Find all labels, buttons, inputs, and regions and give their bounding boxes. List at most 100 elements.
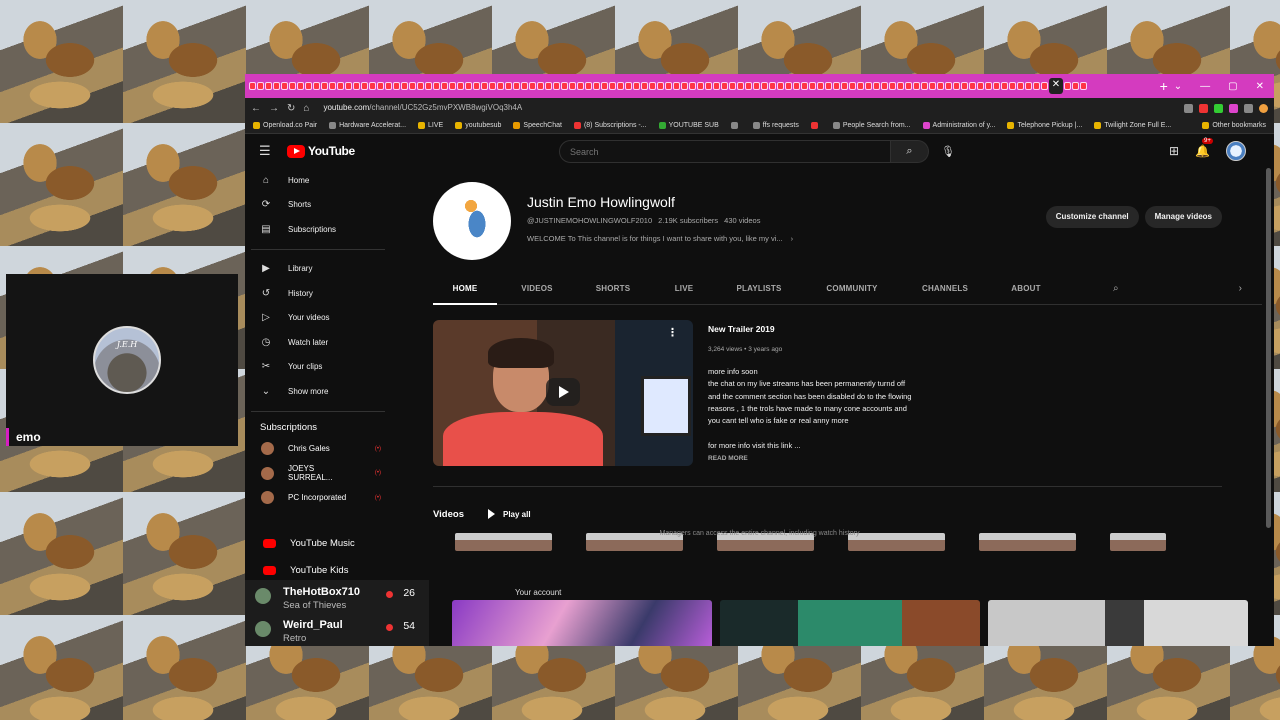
sidebar-item-subscriptions[interactable]: ▤ Subscriptions xyxy=(245,217,395,242)
chevron-right-icon[interactable]: › xyxy=(1239,283,1242,294)
microphone-icon[interactable]: 🎙 xyxy=(941,145,955,158)
browser-tab[interactable] xyxy=(801,82,808,90)
forward-icon[interactable]: → xyxy=(269,103,279,114)
browser-tab[interactable] xyxy=(569,82,576,90)
home-page-icon[interactable]: ⌂ xyxy=(303,103,309,114)
browser-tab[interactable] xyxy=(729,82,736,90)
browser-tab[interactable] xyxy=(553,82,560,90)
channel-description[interactable]: WELCOME To This channel is for things I … xyxy=(527,234,793,243)
featured-title[interactable]: New Trailer 2019 xyxy=(708,324,968,334)
browser-tab[interactable] xyxy=(601,82,608,90)
browser-tab[interactable] xyxy=(497,82,504,90)
browser-tab[interactable] xyxy=(1017,82,1024,90)
browser-tab[interactable] xyxy=(689,82,696,90)
browser-tab[interactable] xyxy=(809,82,816,90)
browser-tab[interactable] xyxy=(505,82,512,90)
page-scrollbar[interactable] xyxy=(1266,168,1271,528)
browser-tab[interactable] xyxy=(705,82,712,90)
new-tab-button[interactable]: + xyxy=(1160,78,1168,94)
more-options-icon[interactable]: ⋮ xyxy=(667,326,678,339)
browser-tab[interactable] xyxy=(593,82,600,90)
browser-tab[interactable] xyxy=(329,82,336,90)
search-icon[interactable]: ⌕ xyxy=(891,140,929,163)
browser-tab[interactable] xyxy=(913,82,920,90)
sidebar-item-history[interactable]: ↺ History xyxy=(245,281,395,306)
sidebar-item-home[interactable]: ⌂ Home xyxy=(245,168,395,193)
browser-tab[interactable] xyxy=(785,82,792,90)
browser-tab[interactable] xyxy=(713,82,720,90)
browser-tab[interactable] xyxy=(409,82,416,90)
browser-tab[interactable] xyxy=(481,82,488,90)
subscription-item[interactable]: JOEYS SURREAL... (•) xyxy=(245,461,395,486)
browser-tab[interactable] xyxy=(281,82,288,90)
videos-shelf-title[interactable]: Videos xyxy=(433,509,464,520)
tab-live[interactable]: LIVE xyxy=(653,272,715,305)
browser-tab[interactable] xyxy=(673,82,680,90)
browser-tab[interactable] xyxy=(577,82,584,90)
browser-tab[interactable] xyxy=(521,82,528,90)
browser-tab[interactable] xyxy=(969,82,976,90)
featured-thumbnail[interactable]: ⋮ xyxy=(433,320,693,466)
browser-tab[interactable] xyxy=(449,82,456,90)
browser-tab[interactable] xyxy=(841,82,848,90)
browser-tab[interactable] xyxy=(905,82,912,90)
browser-tab[interactable] xyxy=(369,82,376,90)
bell-icon[interactable]: 🔔 9+ xyxy=(1195,138,1213,158)
browser-tab[interactable] xyxy=(441,82,448,90)
browser-tab[interactable] xyxy=(289,82,296,90)
browser-tab[interactable] xyxy=(681,82,688,90)
extension-icon[interactable] xyxy=(1244,103,1253,113)
browser-tab[interactable] xyxy=(961,82,968,90)
browser-tab[interactable] xyxy=(273,82,280,90)
back-icon[interactable]: ← xyxy=(251,103,261,114)
browser-tab[interactable] xyxy=(385,82,392,90)
browser-tab[interactable] xyxy=(825,82,832,90)
browser-tab[interactable] xyxy=(649,82,656,90)
bookmark-item[interactable]: Openload.co Pair xyxy=(253,122,317,129)
browser-tab[interactable] xyxy=(473,82,480,90)
bookmark-item[interactable]: Telephone Pickup |... xyxy=(1007,122,1082,129)
browser-tab[interactable] xyxy=(257,82,264,90)
youtube-logo[interactable]: YouTube xyxy=(287,144,355,158)
browser-tab[interactable] xyxy=(833,82,840,90)
menu-icon[interactable]: ☰ xyxy=(259,143,287,159)
search-input[interactable] xyxy=(559,140,891,163)
profile-icon[interactable] xyxy=(1259,103,1268,113)
browser-tab[interactable] xyxy=(393,82,400,90)
browser-tab[interactable] xyxy=(977,82,984,90)
tab-search-button[interactable]: ⌄ xyxy=(1174,81,1182,92)
browser-tab[interactable] xyxy=(737,82,744,90)
sidebar-item-watch-later[interactable]: ◷ Watch later xyxy=(245,330,395,355)
browser-tab[interactable] xyxy=(489,82,496,90)
bookmark-item[interactable]: SpeechChat xyxy=(513,122,562,129)
browser-tab[interactable] xyxy=(921,82,928,90)
bookmark-item[interactable]: Hardware Accelerat... xyxy=(329,122,406,129)
browser-tab[interactable] xyxy=(761,82,768,90)
url-field[interactable]: youtube.com/channel/UC52Gz5mvPXWB8wgiVOq… xyxy=(317,100,1176,116)
browser-tab[interactable] xyxy=(857,82,864,90)
browser-tab[interactable] xyxy=(353,82,360,90)
tab-about[interactable]: ABOUT xyxy=(989,272,1063,305)
browser-tab[interactable] xyxy=(937,82,944,90)
manage-videos-button[interactable]: Manage videos xyxy=(1144,206,1222,228)
browser-tab[interactable] xyxy=(953,82,960,90)
browser-tab[interactable] xyxy=(265,82,272,90)
browser-tab[interactable]: ✕ xyxy=(1049,78,1063,94)
browser-tab[interactable] xyxy=(401,82,408,90)
browser-tab[interactable] xyxy=(665,82,672,90)
browser-tab[interactable] xyxy=(745,82,752,90)
browser-tab[interactable] xyxy=(457,82,464,90)
reload-icon[interactable]: ↻ xyxy=(287,103,295,114)
channel-avatar[interactable] xyxy=(433,182,511,260)
create-video-icon[interactable]: ⊞ xyxy=(1169,144,1179,158)
sidebar-item-youtube-music[interactable]: YouTube Music xyxy=(255,530,429,557)
browser-tab[interactable] xyxy=(465,82,472,90)
extension-icon[interactable] xyxy=(1229,103,1238,113)
browser-tab[interactable] xyxy=(377,82,384,90)
bookmark-item[interactable]: Administration of y... xyxy=(922,122,995,129)
browser-tab[interactable] xyxy=(561,82,568,90)
browser-tab[interactable] xyxy=(321,82,328,90)
browser-tab[interactable] xyxy=(305,82,312,90)
bookmark-item[interactable] xyxy=(730,122,741,129)
tab-shorts[interactable]: SHORTS xyxy=(577,272,649,305)
